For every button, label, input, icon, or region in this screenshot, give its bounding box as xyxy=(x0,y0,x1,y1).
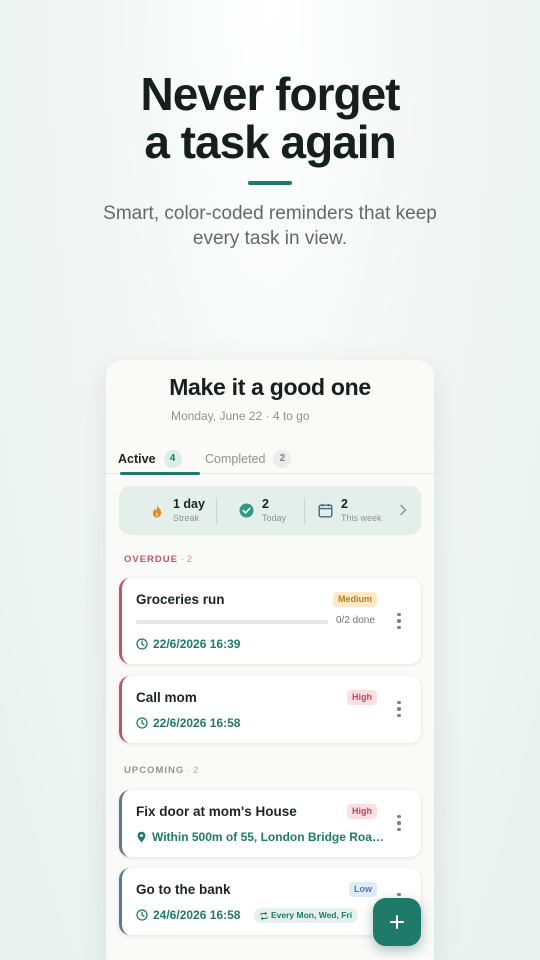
tab-active-indicator xyxy=(120,472,200,475)
location-pin-icon xyxy=(137,831,146,843)
repeat-icon xyxy=(260,911,268,920)
stat-today-value: 2 xyxy=(262,497,269,511)
stats-divider xyxy=(304,498,305,523)
progress-bar xyxy=(136,620,328,624)
calendar-icon xyxy=(317,503,333,519)
stat-streak-value: 1 day xyxy=(173,497,205,511)
tab-active[interactable]: Active 4 xyxy=(118,444,200,475)
priority-badge: Medium xyxy=(332,592,377,607)
clock-icon xyxy=(136,909,148,921)
add-task-button[interactable] xyxy=(373,898,421,946)
chevron-right-icon xyxy=(399,503,407,521)
hero-subtitle-line-2: every task in view. xyxy=(192,228,348,249)
task-due-text: 22/6/2026 16:58 xyxy=(153,716,241,730)
task-location: Within 500m of 55, London Bridge Roa… xyxy=(136,830,384,844)
hero-subtitle: Smart, color-coded reminders that keep e… xyxy=(60,201,480,251)
more-options-icon[interactable] xyxy=(392,813,406,833)
repeat-chip: Every Mon, Wed, Fri xyxy=(254,908,359,923)
hero-title: Never forget a task again xyxy=(0,70,540,166)
task-card[interactable]: Fix door at mom's House High Within 500m… xyxy=(119,790,421,857)
date-summary: Monday, June 22 · 4 to go xyxy=(171,409,310,423)
tab-bar: Active 4 Completed 2 xyxy=(106,444,434,475)
task-title: Fix door at mom's House xyxy=(136,804,297,819)
task-due: 22/6/2026 16:58 xyxy=(136,716,240,730)
task-card[interactable]: Groceries run Medium 0/2 done 22/6/2026 … xyxy=(119,578,421,664)
tab-active-count: 4 xyxy=(163,450,182,468)
stat-today-label: Today xyxy=(262,513,287,523)
priority-badge: High xyxy=(347,690,377,705)
check-circle-icon xyxy=(238,503,254,519)
stat-week: 2 This week xyxy=(317,486,382,535)
tab-completed[interactable]: Completed 2 xyxy=(205,444,292,474)
task-title: Call mom xyxy=(136,690,197,705)
clock-icon xyxy=(136,638,148,650)
hero-title-line-1: Never forget xyxy=(140,68,401,120)
task-title: Go to the bank xyxy=(136,882,231,897)
stat-streak: 1 day Streak xyxy=(149,486,205,535)
flame-icon xyxy=(149,503,165,519)
section-overdue: OVERDUE · 2 xyxy=(124,554,192,565)
stats-divider xyxy=(216,498,217,523)
progress-text: 0/2 done xyxy=(336,615,375,626)
stat-week-value: 2 xyxy=(341,497,348,511)
section-overdue-count: · 2 xyxy=(180,554,193,565)
task-title: Groceries run xyxy=(136,592,225,607)
stat-today: 2 Today xyxy=(238,486,286,535)
task-card[interactable]: Call mom High 22/6/2026 16:58 xyxy=(119,676,421,743)
tab-completed-count: 2 xyxy=(273,450,292,468)
hero-subtitle-line-1: Smart, color-coded reminders that keep xyxy=(103,203,437,224)
task-due-text: 22/6/2026 16:39 xyxy=(153,637,241,651)
section-upcoming: UPCOMING · 2 xyxy=(124,765,198,776)
section-upcoming-label: UPCOMING xyxy=(124,765,185,776)
stat-week-label: This week xyxy=(341,513,382,523)
repeat-text: Every Mon, Wed, Fri xyxy=(271,910,353,920)
priority-badge: High xyxy=(347,804,377,819)
hero-title-line-2: a task again xyxy=(144,116,396,168)
app-title: Make it a good one xyxy=(169,374,371,400)
plus-icon xyxy=(390,915,404,929)
section-overdue-label: OVERDUE xyxy=(124,554,178,565)
task-due: 24/6/2026 16:58 xyxy=(136,908,240,922)
app-preview-card: Make it a good one Monday, June 22 · 4 t… xyxy=(106,360,434,960)
tab-completed-label: Completed xyxy=(205,452,266,466)
stats-bar[interactable]: 1 day Streak 2 Today 2 This week xyxy=(119,486,421,535)
section-upcoming-count: · 2 xyxy=(187,765,199,776)
tab-active-label: Active xyxy=(118,452,156,466)
task-due: 22/6/2026 16:39 xyxy=(136,637,240,651)
task-due-text: 24/6/2026 16:58 xyxy=(153,908,241,922)
clock-icon xyxy=(136,717,148,729)
task-location-text: Within 500m of 55, London Bridge Roa… xyxy=(152,830,384,844)
more-options-icon[interactable] xyxy=(392,699,406,719)
priority-badge: Low xyxy=(349,882,377,897)
more-options-icon[interactable] xyxy=(392,611,406,631)
stat-streak-label: Streak xyxy=(173,513,200,523)
hero-divider xyxy=(248,181,292,185)
